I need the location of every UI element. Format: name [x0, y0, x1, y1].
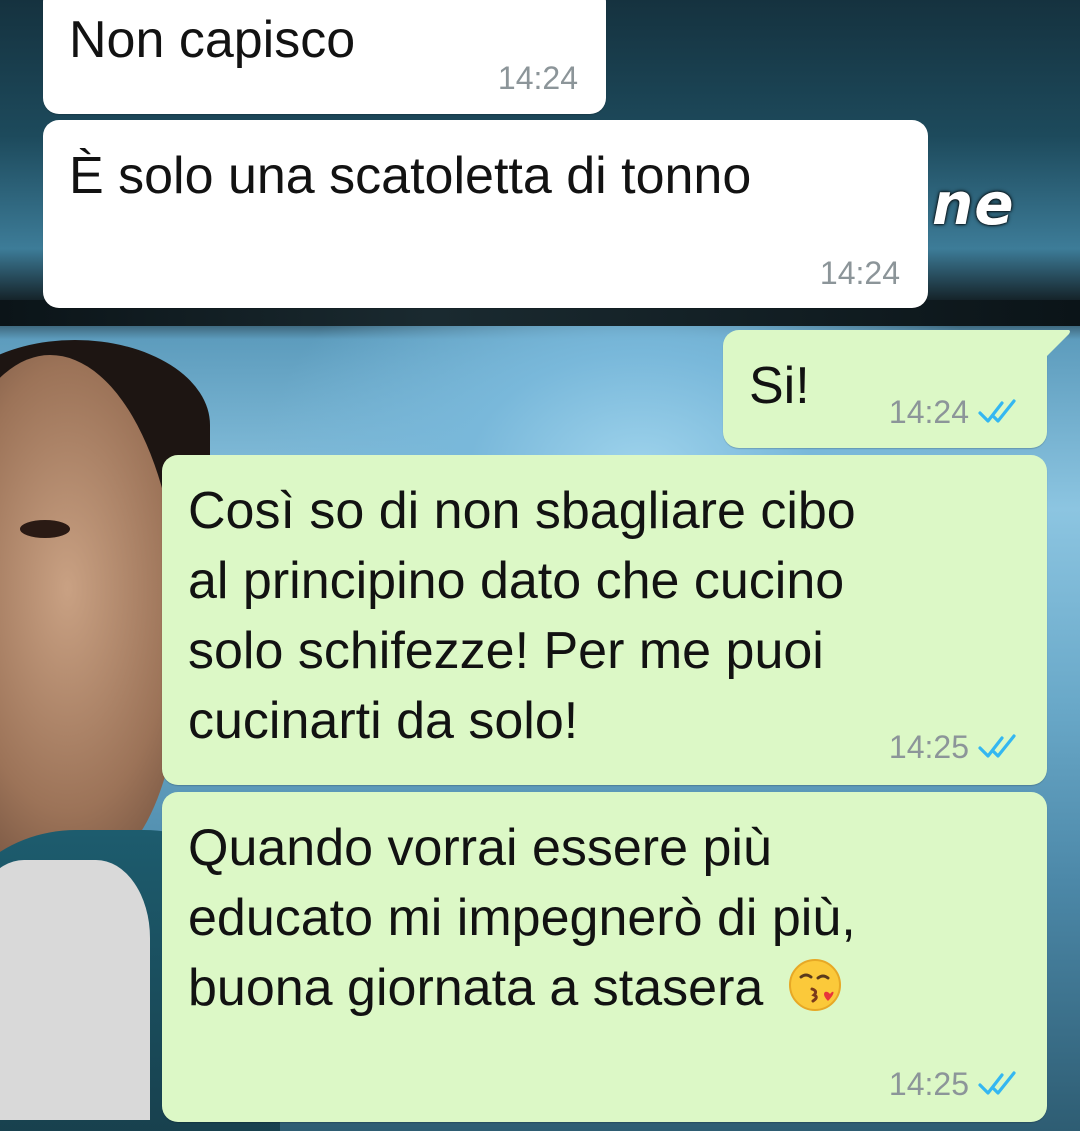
message-text-line: al principino dato che cucino	[188, 552, 845, 610]
face-blowing-a-kiss-icon	[788, 959, 841, 1011]
message-text-line: Così so di non sbagliare cibo	[188, 482, 856, 540]
message-meta: 14:25	[889, 1066, 1021, 1102]
message-time: 14:24	[888, 394, 969, 430]
message-text: Si!	[749, 357, 810, 415]
message-text: Non capisco	[69, 11, 356, 69]
message-meta: 14:24	[889, 394, 1021, 430]
message-time: 14:25	[888, 1066, 969, 1102]
wallpaper-caption-fragment: ne	[932, 170, 1015, 238]
double-check-read-icon	[978, 399, 1016, 423]
message-text-line: buona giornata a stasera	[188, 959, 764, 1017]
wallpaper-person-eye	[20, 520, 70, 538]
message-bubble-incoming[interactable]: Non capisco 14:24	[43, 0, 606, 114]
message-text-line: solo schifezze! Per me puoi	[188, 622, 824, 680]
message-text-line-with-emoji: buona giornata a stasera	[188, 954, 844, 1022]
message-text-line: cucinarti da solo!	[188, 692, 579, 750]
message-meta: 14:25	[889, 729, 1021, 765]
message-time: 14:25	[888, 729, 969, 765]
wallpaper-person-collar	[0, 860, 150, 1120]
message-bubble-outgoing[interactable]: Quando vorrai essere più educato mi impe…	[162, 792, 1047, 1122]
message-bubble-outgoing[interactable]: Così so di non sbagliare cibo al princip…	[162, 455, 1047, 785]
message-time: 14:24	[819, 255, 900, 291]
message-text-line: educato mi impegnerò di più,	[188, 889, 856, 947]
message-meta: 14:24	[498, 60, 578, 96]
message-bubble-outgoing[interactable]: Si! 14:24	[723, 330, 1047, 448]
message-text-line: Quando vorrai essere più	[188, 819, 772, 877]
message-bubble-incoming[interactable]: È solo una scatoletta di tonno 14:24	[43, 120, 928, 308]
message-meta: 14:24	[820, 255, 900, 291]
message-time: 14:24	[497, 60, 578, 96]
double-check-read-icon	[978, 734, 1016, 758]
double-check-read-icon	[978, 1071, 1016, 1095]
bubble-tail	[1045, 330, 1070, 356]
message-text: È solo una scatoletta di tonno	[69, 147, 752, 205]
